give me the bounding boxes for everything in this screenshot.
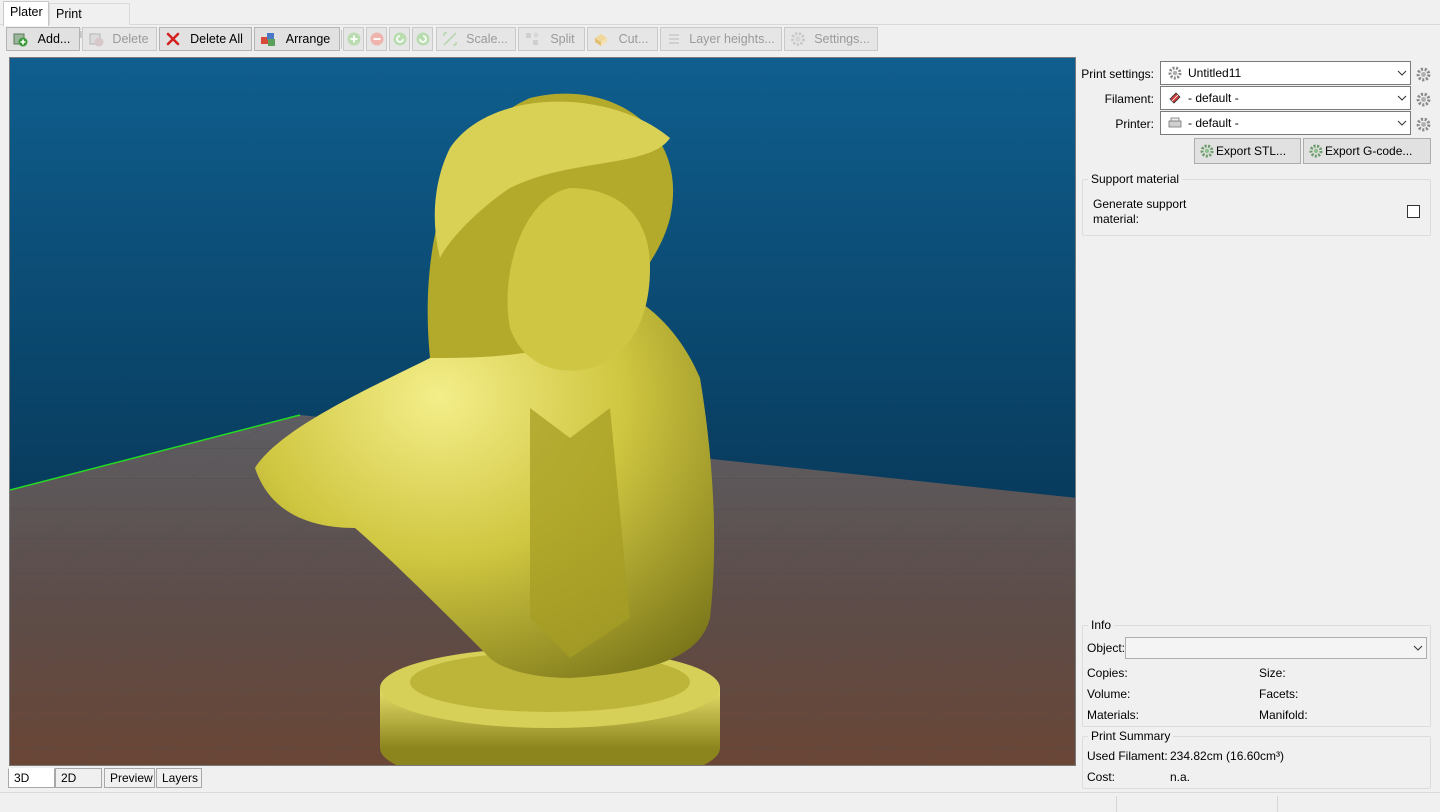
tab-plater[interactable]: Plater <box>3 1 49 26</box>
rotate-cw-icon <box>414 30 432 48</box>
view-tab-layers[interactable]: Layers <box>156 768 202 788</box>
cost-label: Cost: <box>1087 770 1116 784</box>
rotate-ccw-button[interactable] <box>389 27 410 51</box>
cut-button[interactable]: Cut... <box>587 27 658 51</box>
status-divider <box>1277 796 1278 812</box>
delete-button[interactable]: Delete <box>82 27 157 51</box>
view-tab-3d-label: 3D <box>14 771 30 785</box>
scale-icon <box>441 30 459 48</box>
delete-button-label: Delete <box>112 32 149 46</box>
chevron-down-icon <box>1410 638 1426 658</box>
copies-label: Copies: <box>1087 666 1128 680</box>
object-label: Object: <box>1087 641 1126 655</box>
split-button-label: Split <box>550 32 575 46</box>
rotate-ccw-icon <box>391 30 409 48</box>
split-icon <box>523 30 541 48</box>
filament-gear-icon[interactable] <box>1415 91 1432 108</box>
print-settings-value: Untitled11 <box>1188 66 1242 80</box>
plater-toolbar: Add... Delete Delete All Arrange Scale..… <box>0 26 1440 52</box>
export-gcode-label: Export G-code... <box>1325 144 1413 158</box>
printer-combo[interactable]: - default - <box>1160 111 1411 135</box>
3d-scene <box>10 58 1075 765</box>
layer-heights-button[interactable]: Layer heights... <box>660 27 782 51</box>
arrange-button-label: Arrange <box>285 32 331 46</box>
printer-label: Printer: <box>1115 117 1154 131</box>
settings-button[interactable]: Settings... <box>784 27 878 51</box>
support-material-title: Support material <box>1088 172 1183 186</box>
printer-gear-icon[interactable] <box>1415 116 1432 133</box>
cost-value: n.a. <box>1170 770 1191 784</box>
scale-button[interactable]: Scale... <box>436 27 516 51</box>
export-stl-label: Export STL... <box>1216 144 1287 158</box>
size-label: Size: <box>1259 666 1286 680</box>
layer-heights-button-label: Layer heights... <box>689 32 775 46</box>
filament-label: Filament: <box>1104 92 1154 106</box>
settings-button-label: Settings... <box>814 32 870 46</box>
view-tab-preview[interactable]: Preview <box>104 768 155 788</box>
delete-all-button[interactable]: Delete All <box>159 27 252 51</box>
add-button[interactable]: Add... <box>6 27 80 51</box>
cut-button-label: Cut... <box>618 32 649 46</box>
view-tab-2d-label: 2D <box>61 771 77 785</box>
view-tab-2d[interactable]: 2D <box>55 768 102 788</box>
filament-combo[interactable]: - default - <box>1160 86 1411 110</box>
fewer-copies-button[interactable] <box>366 27 387 51</box>
object-select[interactable] <box>1125 637 1427 659</box>
export-gcode-icon <box>1309 144 1323 158</box>
status-bar <box>0 792 1440 812</box>
rotate-cw-button[interactable] <box>412 27 433 51</box>
gear-icon <box>789 30 807 48</box>
chevron-down-icon <box>1394 87 1410 109</box>
tab-plater-label: Plater <box>10 5 43 19</box>
layers-icon <box>665 30 683 48</box>
add-object-icon <box>11 30 29 48</box>
cut-icon <box>592 30 610 48</box>
used-filament-value: 234.82cm (16.60cm³) <box>1170 749 1285 763</box>
print-settings-label: Print settings: <box>1081 67 1154 81</box>
delete-all-button-label: Delete All <box>190 32 243 46</box>
facets-label: Facets: <box>1259 687 1299 701</box>
add-button-label: Add... <box>37 32 71 46</box>
print-settings-combo[interactable]: Untitled11 <box>1160 61 1411 85</box>
export-gcode-button[interactable]: Export G-code... <box>1303 138 1431 164</box>
used-filament-label: Used Filament: <box>1087 749 1168 763</box>
materials-label: Materials: <box>1087 708 1140 722</box>
generate-support-label-line1: Generate support <box>1093 197 1187 211</box>
arrange-button[interactable]: Arrange <box>254 27 340 51</box>
chevron-down-icon <box>1394 112 1410 134</box>
spool-icon <box>1166 90 1183 107</box>
chevron-down-icon <box>1394 62 1410 84</box>
red-x-icon <box>164 30 182 48</box>
scale-button-label: Scale... <box>466 32 508 46</box>
minus-circle-icon <box>368 30 386 48</box>
main-tabbar: Plater Print Settings <box>0 0 1440 41</box>
arrange-icon <box>259 30 277 48</box>
filament-value: - default - <box>1188 91 1239 105</box>
status-divider <box>1116 796 1117 812</box>
generate-support-checkbox[interactable] <box>1407 205 1420 218</box>
view-tab-layers-label: Layers <box>162 771 199 785</box>
delete-object-icon <box>87 30 105 48</box>
tab-print-settings[interactable]: Print Settings <box>49 3 130 41</box>
printer-icon <box>1166 115 1183 132</box>
volume-label: Volume: <box>1087 687 1131 701</box>
print-summary-title: Print Summary <box>1088 729 1174 743</box>
export-stl-icon <box>1200 144 1214 158</box>
info-title: Info <box>1088 618 1115 632</box>
view-tab-3d[interactable]: 3D <box>8 768 55 788</box>
view-tab-preview-label: Preview <box>110 771 153 785</box>
3d-viewport[interactable] <box>9 57 1076 766</box>
gear-icon <box>1166 65 1183 82</box>
generate-support-label-line2: material: <box>1093 212 1140 226</box>
printer-value: - default - <box>1188 116 1239 130</box>
print-settings-gear-icon[interactable] <box>1415 66 1432 83</box>
manifold-label: Manifold: <box>1259 708 1308 722</box>
split-button[interactable]: Split <box>518 27 585 51</box>
more-copies-button[interactable] <box>343 27 364 51</box>
plus-circle-icon <box>345 30 363 48</box>
export-stl-button[interactable]: Export STL... <box>1194 138 1301 164</box>
toolbar-separator <box>341 30 342 49</box>
